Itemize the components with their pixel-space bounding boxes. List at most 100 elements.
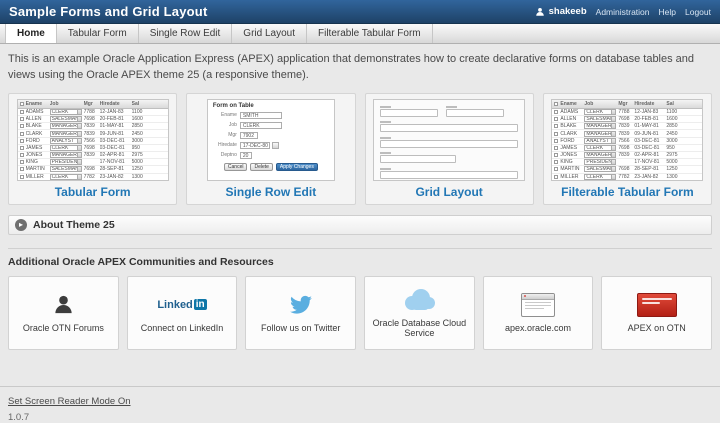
- job-select: MANAGER: [50, 123, 82, 129]
- resource-card-apex-oracle-com[interactable]: apex.oracle.com: [483, 276, 594, 350]
- job-select: MANAGER: [50, 131, 82, 137]
- mgr-cell: 7698: [618, 145, 632, 151]
- mini-table-row: KINGPRESIDENT17-NOV-815000: [552, 159, 702, 166]
- hiredate-cell: 03-DEC-81: [100, 138, 130, 144]
- resource-label: APEX on OTN: [625, 323, 689, 334]
- resource-label: Follow us on Twitter: [258, 323, 343, 334]
- col-ename: Ename: [560, 101, 582, 107]
- mini-tabular-form: Ename Job Mgr Hiredate Sal ADAMSCLERK778…: [18, 100, 168, 180]
- about-theme-label: About Theme 25: [33, 219, 115, 231]
- apex-logo-icon: [637, 292, 677, 318]
- mgr-cell: 7839: [618, 123, 632, 129]
- row-checkbox: [554, 110, 558, 114]
- mgr-cell: 7839: [84, 131, 98, 137]
- mini-form-title: Form on Table: [213, 103, 329, 109]
- job-select: MANAGER: [584, 131, 616, 137]
- dropdown-arrow-icon: [611, 175, 615, 179]
- ename-cell: JAMES: [560, 145, 582, 151]
- sal-cell: 3000: [132, 138, 146, 144]
- col-mgr: Mgr: [618, 101, 632, 107]
- resource-card-linkedin[interactable]: Linkedin Connect on LinkedIn: [127, 276, 238, 350]
- resource-card-apex-on-otn[interactable]: APEX on OTN: [601, 276, 712, 350]
- nav-logout-link[interactable]: Logout: [685, 7, 711, 17]
- nav-help-link[interactable]: Help: [659, 7, 676, 17]
- mgr-cell: 7839: [618, 131, 632, 137]
- row-checkbox: [554, 175, 558, 179]
- grid-form-field: [380, 137, 518, 148]
- ename-cell: KING: [26, 159, 48, 165]
- dropdown-arrow-icon: [611, 146, 615, 150]
- dropdown-arrow-icon: [77, 160, 81, 164]
- hiredate-cell: 20-FEB-81: [634, 116, 664, 122]
- mini-table-row: MARTINSALESMAN769828-SEP-811250: [552, 166, 702, 173]
- delete-button: Delete: [250, 163, 272, 171]
- col-job: Job: [584, 101, 616, 107]
- mgr-cell: 7782: [618, 174, 632, 180]
- app-title: Sample Forms and Grid Layout: [9, 4, 535, 19]
- mini-table-row: JONESMANAGER783902-APR-812975: [18, 152, 168, 159]
- row-checkbox: [20, 132, 24, 136]
- filterable-tabular-form-thumbnail: Ename Job Mgr Hiredate Sal ADAMSCLERK778…: [551, 99, 703, 181]
- cloud-icon: [401, 287, 437, 313]
- resource-card-otn-forums[interactable]: Oracle OTN Forums: [8, 276, 119, 350]
- deptno-input: 20: [240, 152, 252, 159]
- preview-card-grid-layout: Grid Layout: [365, 93, 534, 205]
- dropdown-arrow-icon: [611, 153, 615, 157]
- nav-administration-link[interactable]: Administration: [596, 7, 650, 17]
- resources-heading: Additional Oracle APEX Communities and R…: [8, 256, 712, 268]
- grid-layout-thumbnail: [373, 99, 525, 181]
- mgr-cell: 7566: [618, 138, 632, 144]
- mini-table-row: MILLERCLERK778223-JAN-821300: [18, 174, 168, 181]
- tabular-form-link[interactable]: Tabular Form: [55, 185, 131, 199]
- row-checkbox: [20, 175, 24, 179]
- sal-cell: 1300: [132, 174, 146, 180]
- grid-layout-link[interactable]: Grid Layout: [415, 185, 482, 199]
- dropdown-arrow-icon: [77, 175, 81, 179]
- screen-reader-mode-link[interactable]: Set Screen Reader Mode On: [8, 396, 131, 407]
- hiredate-cell: 17-NOV-81: [100, 159, 130, 165]
- filterable-tabular-form-link[interactable]: Filterable Tabular Form: [561, 185, 693, 199]
- hiredate-cell: 28-SEP-81: [100, 166, 130, 172]
- tab-filterable-tabular-form[interactable]: Filterable Tabular Form: [307, 24, 433, 43]
- tab-tabular-form[interactable]: Tabular Form: [57, 24, 139, 43]
- row-checkbox: [554, 117, 558, 121]
- job-select: CLERK: [584, 109, 616, 115]
- mini-form-field: Ename SMITH: [213, 112, 329, 119]
- sal-cell: 1100: [666, 109, 680, 115]
- job-select: ANALYST: [584, 138, 616, 144]
- row-checkbox: [554, 139, 558, 143]
- about-theme-region-toggle[interactable]: ▸ About Theme 25: [8, 215, 712, 235]
- hiredate-cell: 09-JUN-81: [634, 131, 664, 137]
- ename-cell: FORD: [26, 138, 48, 144]
- mini-form-field: Deptno 20: [213, 152, 329, 159]
- mgr-input: 7902: [240, 132, 258, 139]
- mini-table-body: ADAMSCLERK778812-JAN-831100ALLENSALESMAN…: [552, 109, 702, 181]
- row-checkbox: [20, 167, 24, 171]
- person-icon: [52, 292, 75, 318]
- tab-single-row-edit[interactable]: Single Row Edit: [139, 24, 233, 43]
- grid-form-row: [380, 168, 518, 179]
- single-row-edit-link[interactable]: Single Row Edit: [226, 185, 317, 199]
- tab-grid-layout[interactable]: Grid Layout: [232, 24, 307, 43]
- mini-table-row: ADAMSCLERK778812-JAN-831100: [18, 109, 168, 116]
- row-checkbox: [554, 160, 558, 164]
- hiredate-cell: 03-DEC-81: [100, 145, 130, 151]
- job-select: CLERK: [584, 174, 616, 180]
- resource-card-twitter[interactable]: Follow us on Twitter: [245, 276, 356, 350]
- mini-table-row: JONESMANAGER783902-APR-812975: [552, 152, 702, 159]
- grid-form-field: [380, 152, 456, 163]
- resource-cards-row: Oracle OTN Forums Linkedin Connect on Li…: [8, 276, 712, 350]
- grid-form-row: [380, 152, 518, 163]
- resource-card-cloud-service[interactable]: Oracle Database Cloud Service: [364, 276, 475, 350]
- preview-card-tabular-form: Ename Job Mgr Hiredate Sal ADAMSCLERK778…: [8, 93, 177, 205]
- hiredate-cell: 02-APR-81: [100, 152, 130, 158]
- ename-cell: MILLER: [26, 174, 48, 180]
- sal-cell: 2850: [666, 123, 680, 129]
- mini-table-row: BLAKEMANAGER783901-MAY-812850: [552, 123, 702, 130]
- resource-label: Oracle OTN Forums: [20, 323, 107, 334]
- mini-table-row: ALLENSALESMAN769820-FEB-811600: [552, 116, 702, 123]
- tab-home[interactable]: Home: [5, 24, 57, 43]
- sal-cell: 2450: [132, 131, 146, 137]
- user-name-link[interactable]: shakeeb: [549, 6, 587, 17]
- job-select: MANAGER: [584, 152, 616, 158]
